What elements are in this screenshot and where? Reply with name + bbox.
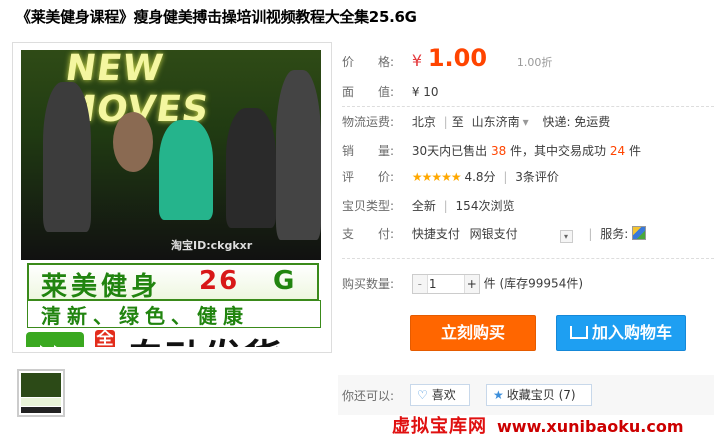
shipping-express: 快递: 免运费 — [542, 115, 611, 129]
face-value: ¥ 10 — [411, 85, 439, 99]
quantity-increase-button[interactable]: + — [463, 275, 479, 293]
main-product-image[interactable]: NEW MOVES 淘宝ID:ckgkxr 莱美健身 26 G 清新、绿色、健康… — [21, 50, 321, 347]
product-title: 《莱美健身课程》瘦身健美搏击操培训视频教程大全集25.6G — [16, 8, 417, 26]
price-row: 价 格: ¥ 1.00 1.00折 — [342, 44, 552, 72]
type-label: 宝贝类型: — [342, 199, 395, 213]
review-count-link[interactable]: 3条评价 — [515, 170, 559, 184]
quantity-decrease-button[interactable]: - — [412, 275, 428, 293]
shipping-to-word: 至 — [451, 115, 464, 129]
service-label: 服务: — [600, 227, 629, 241]
quantity-row: 购买数量: - 1 + 件 (库存99954件) — [342, 274, 583, 294]
can-also-row: 你还可以: — [342, 387, 408, 404]
rating-stars-icon: ★★★★★ — [411, 170, 462, 184]
auto-ship-text: 自动发货 — [125, 327, 282, 347]
sales-label: 销 量: — [342, 144, 395, 158]
shipping-destination[interactable]: 山东济南 — [472, 115, 520, 129]
play-icon — [26, 332, 84, 347]
main-product-image-frame: NEW MOVES 淘宝ID:ckgkxr 莱美健身 26 G 清新、绿色、健康… — [12, 42, 332, 353]
item-condition: 全新 — [411, 199, 436, 213]
separator: | — [588, 227, 593, 241]
service-badge-icon[interactable] — [632, 226, 647, 240]
face-value-label: 面 值: — [342, 85, 395, 99]
can-also-label: 你还可以: — [342, 389, 395, 403]
star-icon: ★ — [493, 388, 504, 402]
thumbnail-mid — [21, 398, 61, 406]
cart-icon — [569, 326, 588, 339]
heart-icon: ♡ — [417, 388, 428, 402]
divider — [342, 106, 714, 107]
image-thumbnail[interactable] — [17, 369, 65, 417]
thumbnail-bottom — [21, 407, 61, 413]
taobao-id-watermark: 淘宝ID:ckgkxr — [171, 239, 253, 252]
dancer-figure — [226, 108, 276, 228]
all-day-badge: 全天 — [95, 330, 115, 347]
separator: | — [443, 199, 448, 213]
sales-suffix: 件 — [629, 144, 642, 158]
type-row: 宝贝类型: 全新 | 154次浏览 — [342, 197, 514, 214]
discount-text: 1.00折 — [516, 56, 553, 69]
collect-label: 收藏宝贝 (7) — [506, 388, 576, 402]
site-watermark-url: www.xunibaoku.com — [497, 417, 684, 436]
view-count: 154次浏览 — [455, 199, 515, 213]
payment-method: 快捷支付 — [411, 227, 460, 241]
add-to-cart-label: 加入购物车 — [591, 323, 672, 342]
rating-score: 4.8分 — [464, 170, 496, 184]
quantity-stepper: - 1 + — [411, 274, 480, 294]
brand-size-unit: G — [273, 266, 295, 296]
chevron-down-icon[interactable]: ▾ — [523, 115, 529, 129]
dancer-figure — [113, 112, 153, 172]
separator: | — [503, 170, 508, 184]
slogan-text: 清新、绿色、健康 — [41, 304, 249, 328]
payment-method: 网银支付 — [469, 227, 518, 241]
sales-row: 销 量: 30天内已售出 38 件，其中交易成功 24 件 — [342, 142, 641, 159]
rating-row: 评 价: ★★★★★ 4.8分 | 3条评价 — [342, 168, 559, 185]
price-label: 价 格: — [342, 55, 395, 69]
dancer-figure — [276, 70, 321, 240]
thumbnail-top — [21, 373, 61, 397]
payment-label: 支 付: — [342, 227, 395, 241]
price-value: 1.00 — [427, 44, 488, 72]
separator: | — [443, 115, 448, 129]
sold-count: 38 — [490, 144, 507, 158]
price-currency: ¥ — [411, 51, 423, 70]
site-watermark: 虚拟宝库网 www.xunibaoku.com — [392, 412, 683, 438]
brand-size-number: 26 — [199, 266, 240, 296]
site-watermark-name: 虚拟宝库网 — [392, 416, 487, 437]
shipping-label: 物流运费: — [342, 115, 395, 129]
face-value-row: 面 值: ¥ 10 — [342, 83, 439, 100]
like-button[interactable]: ♡ 喜欢 — [410, 384, 470, 406]
shipping-row: 物流运费: 北京 | 至 山东济南 ▾ 快递: 免运费 — [342, 113, 610, 130]
buy-now-button[interactable]: 立刻购买 — [410, 315, 536, 351]
shipping-from: 北京 — [411, 115, 436, 129]
success-count: 24 — [609, 144, 626, 158]
sales-prefix: 30天内已售出 — [411, 144, 488, 158]
quantity-label: 购买数量: — [342, 276, 395, 291]
add-to-cart-button[interactable]: 加入购物车 — [556, 315, 686, 351]
payment-row: 支 付: 快捷支付 网银支付 ▾ | 服务: — [342, 225, 647, 243]
dancer-figure — [43, 82, 91, 232]
expand-payment-icon[interactable]: ▾ — [559, 230, 573, 243]
divider — [342, 258, 714, 259]
banner-photo: NEW MOVES 淘宝ID:ckgkxr — [21, 50, 321, 260]
sales-mid: 件，其中交易成功 — [510, 144, 607, 158]
brand-name: 莱美健身 — [41, 272, 162, 302]
quantity-input[interactable]: 1 — [429, 275, 437, 293]
stock-text: 件 (库存99954件) — [483, 276, 584, 291]
like-label: 喜欢 — [431, 388, 456, 402]
rating-label: 评 价: — [342, 170, 395, 184]
collect-button[interactable]: ★ 收藏宝贝 (7) — [486, 384, 592, 406]
dancer-figure — [159, 120, 213, 220]
